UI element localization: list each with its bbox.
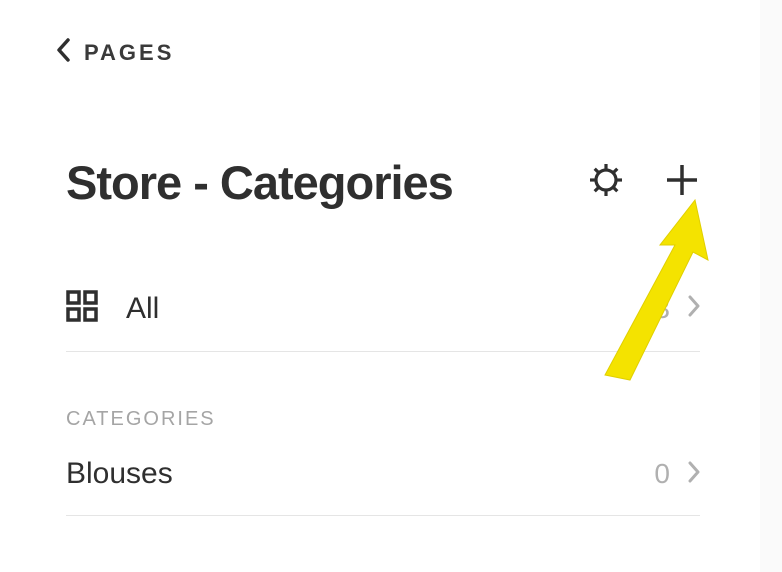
category-row[interactable]: Blouses 0 xyxy=(66,441,700,516)
category-count: 0 xyxy=(654,458,670,490)
back-label: PAGES xyxy=(84,40,174,66)
settings-button[interactable] xyxy=(588,162,624,203)
categories-section-label: CATEGORIES xyxy=(66,352,700,441)
all-count: 3 xyxy=(654,293,670,325)
content-list: All 3 CATEGORIES Blouses 0 xyxy=(0,210,760,516)
header: Store - Categories xyxy=(0,67,760,210)
chevron-right-icon xyxy=(688,295,700,322)
plus-icon xyxy=(664,162,700,203)
add-button[interactable] xyxy=(664,162,700,203)
all-row-right: 3 xyxy=(654,293,700,325)
all-items-row[interactable]: All 3 xyxy=(66,270,700,352)
page-title: Store - Categories xyxy=(66,155,453,210)
chevron-right-icon xyxy=(688,461,700,488)
header-actions xyxy=(588,162,700,203)
categories-panel: PAGES Store - Categories xyxy=(0,0,760,572)
category-row-right: 0 xyxy=(654,458,700,490)
category-label: Blouses xyxy=(66,457,173,491)
scrollbar[interactable] xyxy=(760,0,782,572)
all-row-left: All xyxy=(66,290,159,327)
back-to-pages[interactable]: PAGES xyxy=(0,0,760,67)
all-label: All xyxy=(126,292,159,326)
gear-icon xyxy=(588,162,624,203)
chevron-left-icon xyxy=(56,38,70,67)
grid-icon xyxy=(66,290,98,327)
